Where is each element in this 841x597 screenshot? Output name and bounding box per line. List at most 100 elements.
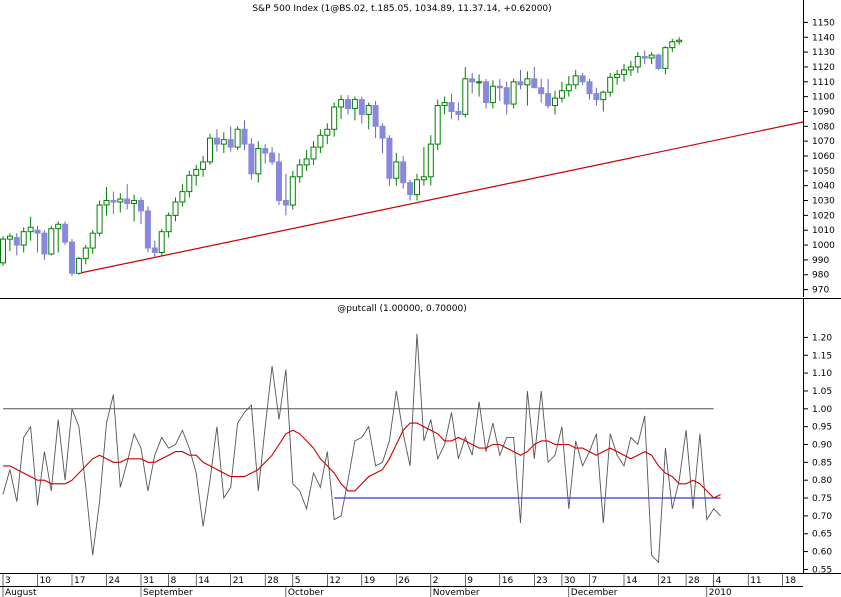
indicator-y-tick-label: 1.10: [812, 369, 832, 379]
candle-body-up: [331, 106, 338, 130]
candle: [75, 256, 82, 275]
candle-body-up: [207, 137, 213, 163]
indicator-y-tick-label: 1.20: [812, 333, 832, 343]
candle: [386, 135, 393, 186]
candle-body-up: [234, 128, 241, 148]
candle-body-up: [634, 56, 641, 68]
candle-body-down: [448, 102, 455, 112]
month-label: December: [571, 588, 618, 597]
candle: [158, 228, 165, 256]
candle-body-up: [351, 99, 358, 110]
candle-body-up: [179, 191, 186, 203]
candle-body-up: [510, 81, 517, 105]
candle-body-up: [600, 91, 607, 101]
date-tick-label: 7: [592, 576, 598, 586]
candle-body-down: [241, 128, 248, 145]
indicator-y-tick-label: 1.05: [812, 387, 832, 397]
candle-body-down: [345, 99, 351, 110]
candle-body-down: [269, 152, 276, 163]
candle-body-down: [213, 137, 220, 145]
price-y-tick-label: 1090: [812, 107, 835, 117]
candle-body-up: [200, 161, 207, 170]
price-y-tick-label: 1130: [812, 48, 835, 58]
price-y-tick-label: 1020: [812, 211, 835, 221]
candle-body-up: [172, 201, 179, 216]
indicator-y-tick-label: 0.60: [812, 548, 832, 558]
candle-body-up: [296, 164, 303, 178]
candle-body-down: [586, 81, 593, 95]
month-label: September: [143, 588, 193, 597]
candle-body-down: [262, 148, 269, 154]
candle-body-up: [462, 78, 469, 115]
candle-body-down: [655, 54, 662, 69]
indicator-chart-title: @putcall (1.00000, 0.70000): [337, 304, 466, 314]
candle-body-up: [20, 231, 27, 246]
candle: [655, 53, 662, 70]
candle-body-up: [303, 158, 310, 166]
month-label: November: [433, 588, 480, 597]
date-tick-label: 14: [626, 576, 638, 586]
candle-body-down: [386, 137, 393, 179]
candle-body-down: [579, 75, 586, 83]
candle-body-up: [476, 81, 483, 84]
candle-body-up: [289, 176, 296, 206]
candle-body-up: [441, 102, 448, 107]
date-tick-label: 4: [716, 576, 722, 586]
candle-body-up: [117, 198, 124, 203]
date-tick-label: 10: [40, 576, 52, 586]
candle-body-up: [607, 76, 614, 93]
date-tick-label: 2: [433, 576, 439, 586]
indicator-y-tick-label: 1.15: [812, 351, 832, 361]
candle-body-up: [338, 99, 345, 108]
date-tick-label: 24: [109, 576, 121, 586]
candle-body-up: [627, 66, 634, 71]
date-tick-label: 12: [329, 576, 340, 586]
date-tick-label: 3: [5, 576, 11, 586]
price-y-tick-label: 1000: [812, 241, 835, 251]
candle-body-down: [407, 182, 414, 196]
indicator-y-tick-label: 0.85: [812, 458, 832, 468]
indicator-y-tick-label: 0.80: [812, 476, 832, 486]
candle-body-up: [324, 128, 331, 136]
candle: [510, 78, 517, 109]
candle-body-up: [427, 143, 434, 178]
candle-body-up: [158, 231, 165, 253]
candle-body-down: [545, 93, 552, 107]
candle-body-down: [276, 161, 282, 202]
candle-body-up: [572, 75, 579, 86]
candle-body-up: [565, 84, 572, 92]
candle-body-down: [34, 229, 41, 234]
candle: [434, 99, 441, 151]
candle: [48, 225, 55, 256]
date-tick-label: 11: [750, 576, 761, 586]
candle-body-up: [552, 97, 558, 107]
price-y-tick-label: 1100: [812, 93, 835, 103]
candle: [96, 200, 103, 237]
candle-body-up: [393, 161, 400, 179]
candle-body-down: [144, 210, 151, 249]
candle-body-up: [489, 85, 496, 104]
candle: [69, 239, 75, 277]
candle-body-up: [614, 73, 621, 78]
price-y-tick-label: 990: [812, 256, 829, 266]
date-tick-label: 18: [785, 576, 797, 586]
candle-body-up: [669, 41, 676, 49]
candle-body-up: [55, 223, 62, 230]
date-tick-label: 21: [661, 576, 672, 586]
candle-body-up: [103, 200, 110, 206]
candle-body-up: [317, 134, 324, 148]
price-chart-title: S&P 500 Index (1@BS.02, t.185.05, 1034.8…: [252, 4, 551, 14]
candle-body-down: [227, 139, 234, 148]
candle-body-down: [538, 87, 545, 95]
candle-body-down: [372, 105, 379, 127]
candle-body-up: [524, 78, 531, 86]
month-label: August: [5, 588, 37, 597]
date-tick-label: 28: [688, 576, 700, 586]
candle-body-up: [165, 214, 172, 233]
candle-body-down: [517, 81, 524, 86]
candle-body-down: [62, 223, 69, 243]
price-y-tick-label: 980: [812, 271, 829, 281]
candle-body-up: [255, 148, 262, 175]
candle-body-down: [110, 200, 117, 203]
price-y-tick-label: 1110: [812, 78, 835, 88]
